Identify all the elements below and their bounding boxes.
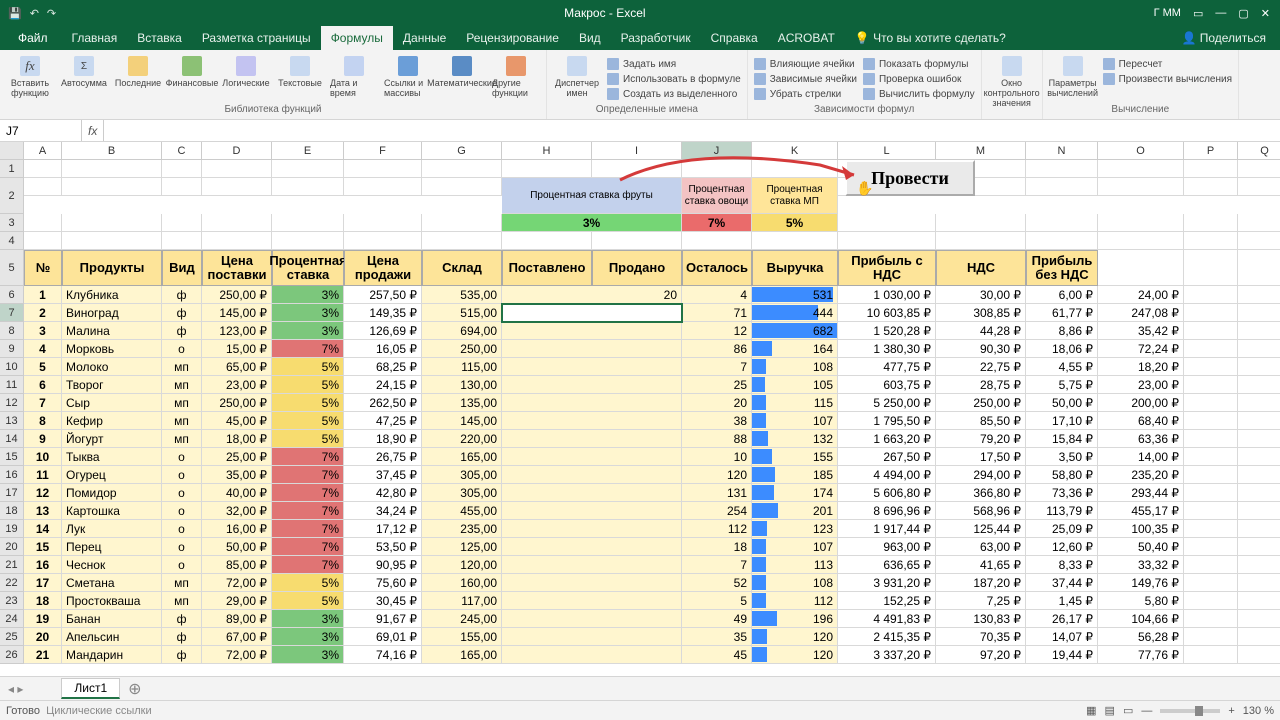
tab-insert[interactable]: Вставка: [127, 26, 192, 50]
tab-layout[interactable]: Разметка страницы: [192, 26, 321, 50]
sheet-tabs: ◂ ▸ Лист1 ⊕: [0, 676, 1280, 700]
add-sheet-button[interactable]: ⊕: [128, 679, 141, 699]
sheet-tab[interactable]: Лист1: [61, 678, 120, 699]
logical-button[interactable]: Логические: [222, 56, 270, 88]
col-header[interactable]: C: [162, 142, 202, 160]
col-header[interactable]: A: [24, 142, 62, 160]
ribbon-tabs: Файл Главная Вставка Разметка страницы Ф…: [0, 26, 1280, 50]
status-ready: Готово: [6, 705, 40, 717]
col-header[interactable]: E: [272, 142, 344, 160]
col-header[interactable]: B: [62, 142, 162, 160]
col-header[interactable]: G: [422, 142, 502, 160]
recalc-button[interactable]: Пересчет: [1103, 58, 1232, 70]
close-icon[interactable]: ✕: [1261, 7, 1270, 20]
insert-function-button[interactable]: fxВставить функцию: [6, 56, 54, 98]
name-manager-button[interactable]: Диспетчер имен: [553, 56, 601, 98]
watch-window-button[interactable]: Окно контрольного значения: [988, 56, 1036, 108]
other-fn-button[interactable]: Другие функции: [492, 56, 540, 98]
user-badge[interactable]: Г MM: [1154, 7, 1181, 20]
tab-review[interactable]: Рецензирование: [456, 26, 569, 50]
define-name-button[interactable]: Задать имя: [607, 58, 741, 70]
col-header[interactable]: Q: [1238, 142, 1280, 160]
tab-acrobat[interactable]: ACROBAT: [768, 26, 845, 50]
col-header[interactable]: P: [1184, 142, 1238, 160]
remove-arrows-button[interactable]: Убрать стрелки: [754, 88, 857, 100]
ribbon: fxВставить функцию ΣАвтосумма Последние …: [0, 50, 1280, 120]
maximize-icon[interactable]: ▢: [1238, 7, 1248, 20]
tab-formulas[interactable]: Формулы: [321, 26, 393, 50]
col-header[interactable]: N: [1026, 142, 1098, 160]
tab-data[interactable]: Данные: [393, 26, 456, 50]
window-title: Макрос - Excel: [56, 6, 1153, 20]
col-header[interactable]: D: [202, 142, 272, 160]
calc-options-button[interactable]: Параметры вычислений: [1049, 56, 1097, 98]
sheet-nav-icon[interactable]: ◂ ▸: [0, 682, 31, 696]
lookup-button[interactable]: Ссылки и массивы: [384, 56, 432, 98]
col-header[interactable]: L: [838, 142, 936, 160]
view-break-icon[interactable]: ▭: [1123, 704, 1133, 717]
titlebar: 💾 ↶ ↷ Макрос - Excel Г MM ▭ — ▢ ✕: [0, 0, 1280, 26]
cursor-icon: ✋: [856, 180, 873, 197]
tab-help[interactable]: Справка: [701, 26, 768, 50]
tab-home[interactable]: Главная: [62, 26, 128, 50]
status-bar: Готово Циклические ссылки ▦ ▤ ▭ — + 130 …: [0, 700, 1280, 720]
status-circular: Циклические ссылки: [46, 705, 152, 717]
share-button[interactable]: 👤 Поделиться: [1181, 31, 1276, 45]
tab-file[interactable]: Файл: [4, 26, 62, 50]
fx-icon[interactable]: fx: [82, 120, 104, 141]
show-formulas-button[interactable]: Показать формулы: [863, 58, 975, 70]
col-header[interactable]: K: [752, 142, 838, 160]
trace-precedents-button[interactable]: Влияющие ячейки: [754, 58, 857, 70]
save-icon[interactable]: 💾: [8, 7, 22, 20]
recent-button[interactable]: Последние: [114, 56, 162, 88]
undo-icon[interactable]: ↶: [30, 7, 39, 20]
view-normal-icon[interactable]: ▦: [1086, 704, 1096, 717]
calc-sheet-button[interactable]: Произвести вычисления: [1103, 73, 1232, 85]
col-header[interactable]: F: [344, 142, 422, 160]
col-header[interactable]: J: [682, 142, 752, 160]
tell-me[interactable]: 💡 Что вы хотите сделать?: [845, 26, 1016, 50]
zoom-level[interactable]: 130 %: [1243, 705, 1274, 717]
formula-bar: J7 fx: [0, 120, 1280, 142]
zoom-in-icon[interactable]: +: [1228, 705, 1234, 717]
view-layout-icon[interactable]: ▤: [1105, 704, 1115, 717]
col-header[interactable]: H: [502, 142, 592, 160]
col-header[interactable]: M: [936, 142, 1026, 160]
math-button[interactable]: Математические: [438, 56, 486, 88]
name-box[interactable]: J7: [0, 120, 82, 141]
worksheet[interactable]: ABCDEFGHIJKLMNOPQR12Процентная ставка фр…: [0, 142, 1280, 676]
create-from-sel-button[interactable]: Создать из выделенного: [607, 88, 741, 100]
col-header[interactable]: O: [1098, 142, 1184, 160]
tab-view[interactable]: Вид: [569, 26, 611, 50]
datetime-button[interactable]: Дата и время: [330, 56, 378, 98]
trace-dependents-button[interactable]: Зависимые ячейки: [754, 73, 857, 85]
error-check-button[interactable]: Проверка ошибок: [863, 73, 975, 85]
autosum-button[interactable]: ΣАвтосумма: [60, 56, 108, 88]
group-label: Библиотека функций: [224, 104, 321, 117]
minimize-icon[interactable]: —: [1215, 7, 1226, 20]
redo-icon[interactable]: ↷: [47, 7, 56, 20]
text-button[interactable]: Текстовые: [276, 56, 324, 88]
ribbon-options-icon[interactable]: ▭: [1193, 7, 1203, 20]
eval-formula-button[interactable]: Вычислить формулу: [863, 88, 975, 100]
tab-developer[interactable]: Разработчик: [611, 26, 701, 50]
col-header[interactable]: I: [592, 142, 682, 160]
use-in-formula-button[interactable]: Использовать в формуле: [607, 73, 741, 85]
financial-button[interactable]: Финансовые: [168, 56, 216, 88]
zoom-out-icon[interactable]: —: [1141, 705, 1152, 717]
